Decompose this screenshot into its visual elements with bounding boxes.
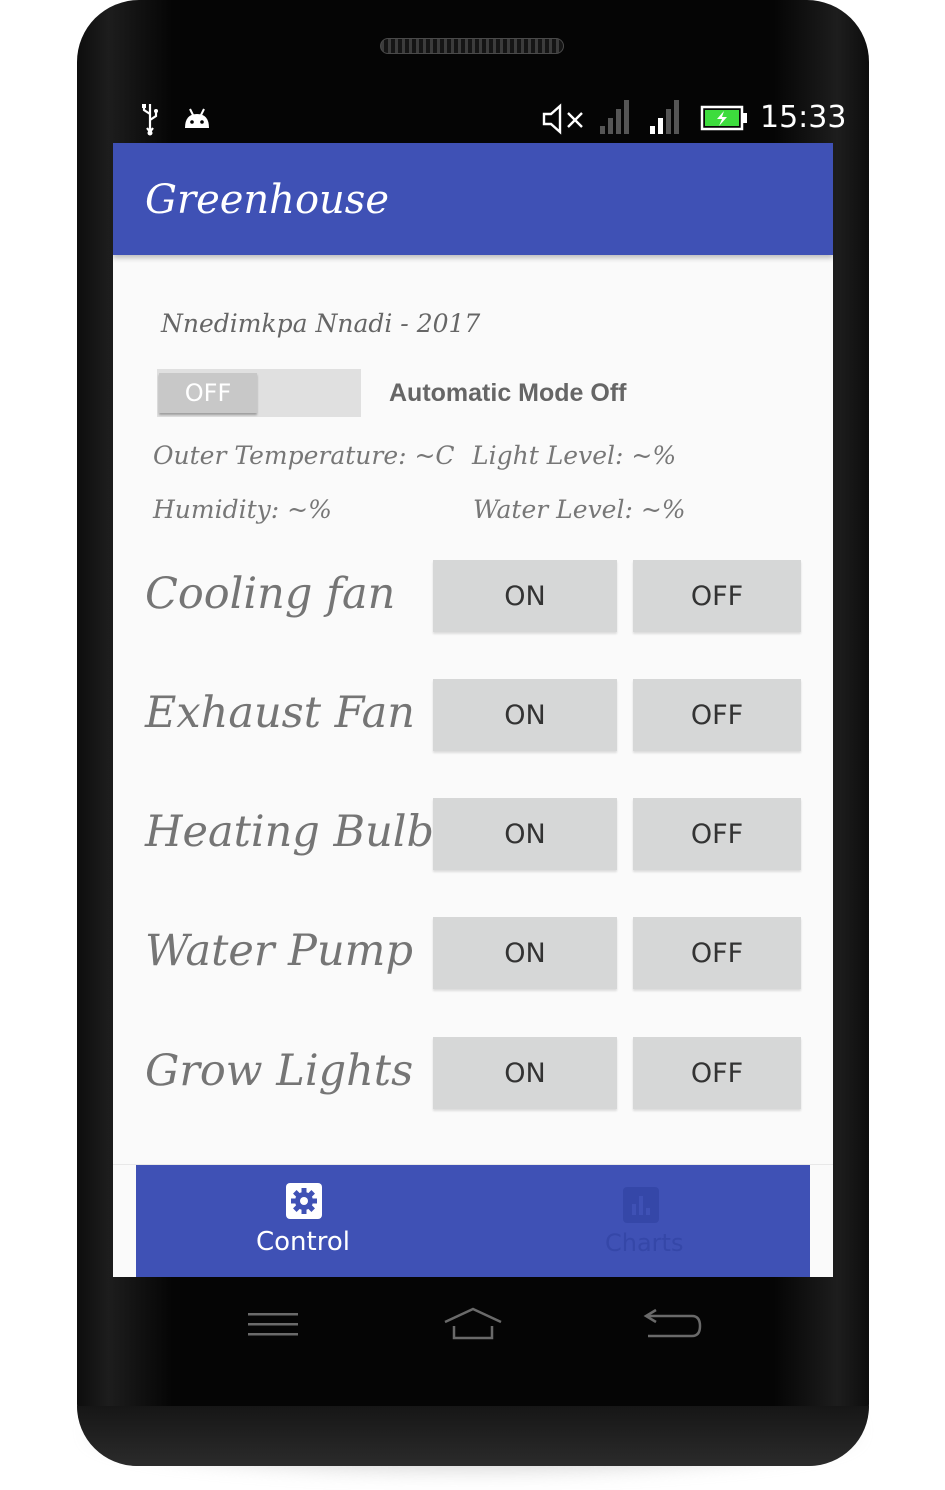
app-bar: Greenhouse — [113, 143, 833, 255]
signal-icon — [648, 98, 684, 136]
device-label-heating-bulb: Heating Bulb — [145, 807, 435, 857]
bottom-navigation: Control Charts — [136, 1165, 810, 1277]
android-debug-icon — [182, 106, 212, 132]
device-label-cooling-fan: Cooling fan — [145, 569, 396, 619]
status-clock: 15:33 — [760, 100, 847, 135]
grow-lights-off-button[interactable]: OFF — [633, 1037, 801, 1109]
signal-icon — [598, 98, 634, 136]
light-level-readout: Light Level: ~% — [472, 441, 677, 470]
heating-bulb-off-button[interactable]: OFF — [633, 798, 801, 870]
back-key-icon[interactable] — [642, 1306, 704, 1342]
earpiece-speaker — [380, 38, 564, 54]
water-level-readout: Water Level: ~% — [473, 495, 686, 524]
water-pump-off-button[interactable]: OFF — [633, 917, 801, 989]
water-pump-on-button[interactable]: ON — [433, 917, 617, 989]
device-label-grow-lights: Grow Lights — [145, 1046, 414, 1096]
gear-icon — [286, 1183, 322, 1219]
battery-charging-icon — [700, 104, 750, 132]
heating-bulb-on-button[interactable]: ON — [433, 798, 617, 870]
author-line: Nnedimkpa Nnadi - 2017 — [161, 309, 481, 338]
auto-mode-status: Automatic Mode Off — [389, 379, 627, 407]
exhaust-fan-on-button[interactable]: ON — [433, 679, 617, 751]
app-title: Greenhouse — [145, 177, 389, 223]
outer-temperature-readout: Outer Temperature: ~C — [153, 441, 455, 470]
cooling-fan-on-button[interactable]: ON — [433, 560, 617, 632]
grow-lights-on-button[interactable]: ON — [433, 1037, 617, 1109]
bar-chart-icon — [623, 1187, 659, 1223]
tab-charts[interactable]: Charts — [473, 1165, 810, 1277]
app-screen: Greenhouse Nnedimkpa Nnadi - 2017 OFF Au… — [113, 143, 833, 1277]
phone-chin — [77, 1406, 869, 1466]
humidity-readout: Humidity: ~% — [153, 495, 332, 524]
tab-control-label: Control — [256, 1227, 350, 1257]
volume-muted-icon — [540, 102, 588, 136]
tab-charts-label: Charts — [605, 1229, 684, 1257]
device-label-water-pump: Water Pump — [145, 926, 413, 976]
cooling-fan-off-button[interactable]: OFF — [633, 560, 801, 632]
tab-control[interactable]: Control — [136, 1165, 473, 1277]
auto-mode-toggle[interactable]: OFF — [157, 369, 361, 417]
toggle-knob: OFF — [159, 373, 257, 413]
home-key-icon[interactable] — [442, 1306, 504, 1342]
usb-icon — [138, 102, 162, 136]
exhaust-fan-off-button[interactable]: OFF — [633, 679, 801, 751]
device-label-exhaust-fan: Exhaust Fan — [145, 688, 415, 738]
menu-key-icon[interactable] — [246, 1310, 300, 1340]
